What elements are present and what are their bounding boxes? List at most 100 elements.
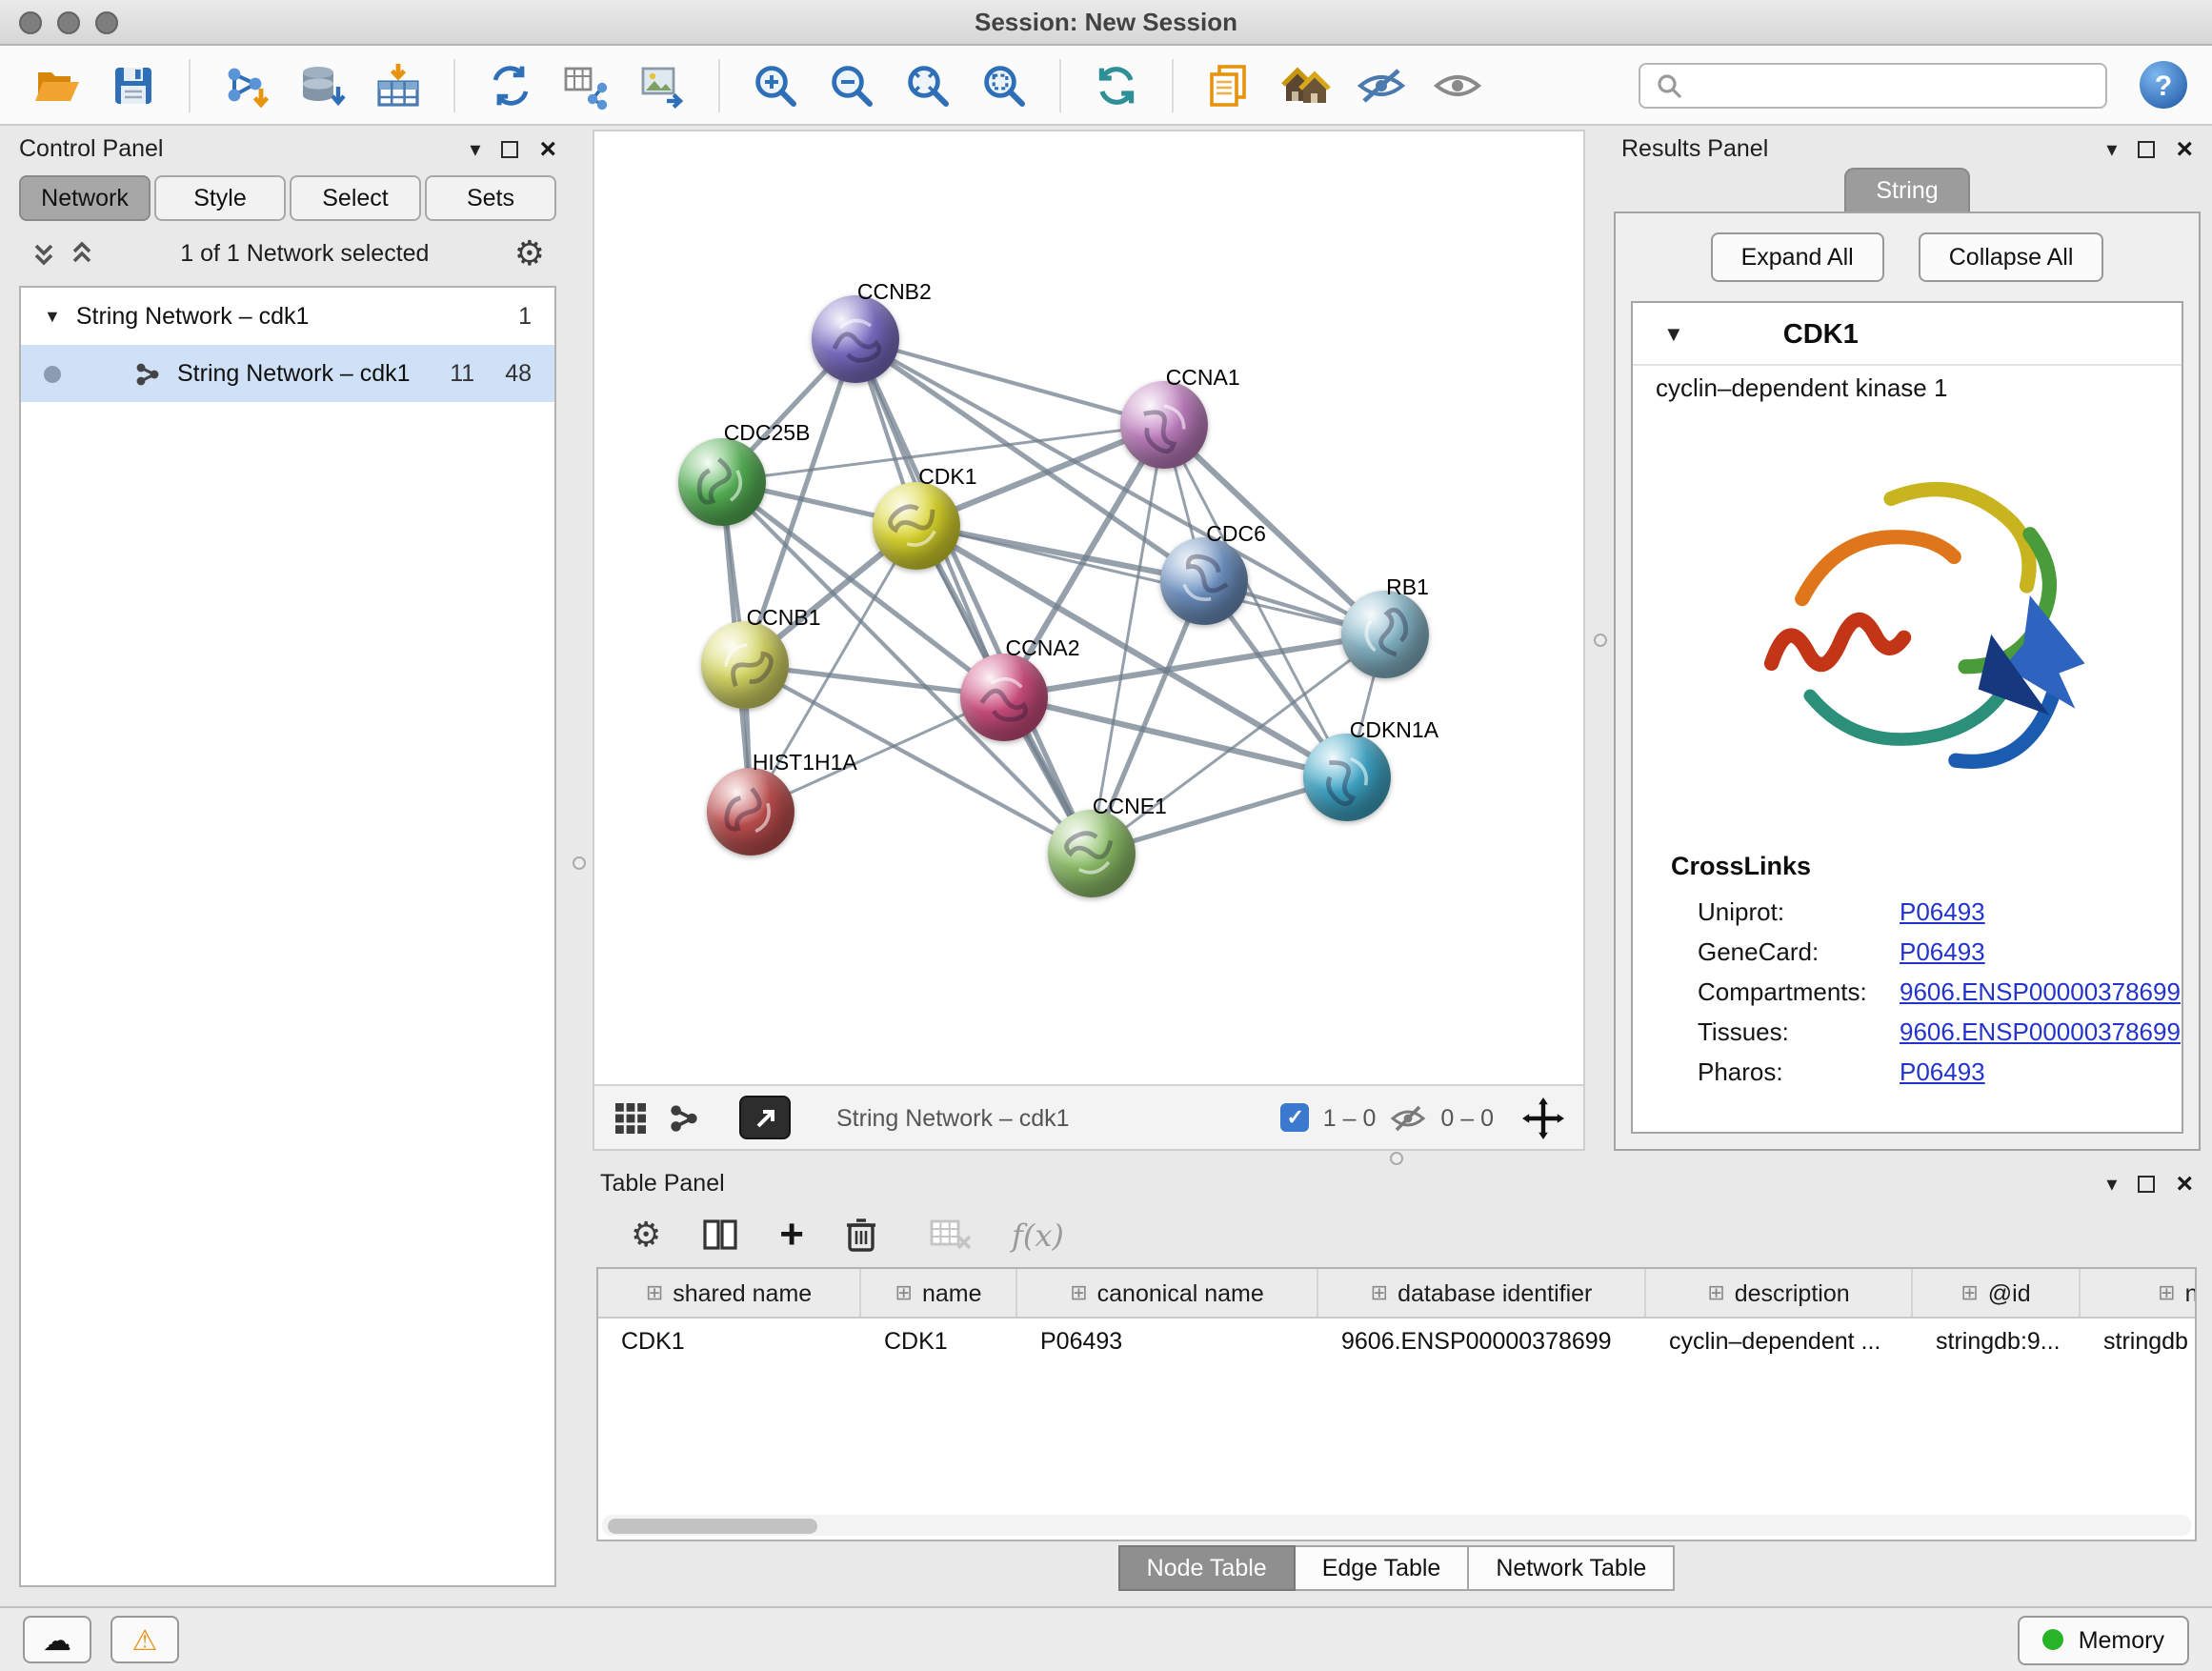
table-options-button[interactable]: ⚙: [631, 1218, 661, 1252]
panel-float-icon[interactable]: [2138, 1175, 2155, 1192]
panel-float-icon[interactable]: [501, 140, 518, 157]
left-splitter[interactable]: [573, 130, 583, 1595]
crosslink-link[interactable]: P06493: [1900, 1057, 1985, 1086]
help-button[interactable]: ?: [2138, 59, 2189, 111]
panel-close-icon[interactable]: ×: [2176, 134, 2193, 163]
network-node-CCNB1[interactable]: CCNB1: [701, 621, 789, 709]
import-network-from-file-button[interactable]: [211, 52, 280, 117]
column-header-name[interactable]: ⊞name: [861, 1269, 1017, 1317]
tab-sets[interactable]: Sets: [425, 175, 556, 221]
column-header-database-identifier[interactable]: ⊞database identifier: [1318, 1269, 1646, 1317]
hide-selected-button[interactable]: [1347, 52, 1416, 117]
close-window-button[interactable]: [19, 10, 42, 33]
network-node-HIST1H1A[interactable]: HIST1H1A: [707, 767, 794, 855]
minimize-window-button[interactable]: [57, 10, 80, 33]
zoom-fit-button[interactable]: [894, 52, 962, 117]
network-node-RB1[interactable]: RB1: [1340, 591, 1428, 678]
panel-menu-icon[interactable]: ▾: [2106, 136, 2117, 161]
horizontal-splitter[interactable]: [593, 1151, 2201, 1164]
crosslink-link[interactable]: 9606.ENSP00000378699: [1900, 1017, 2181, 1046]
collapse-all-icon[interactable]: [30, 240, 57, 267]
network-node-CDC6[interactable]: CDC6: [1160, 537, 1248, 625]
panel-menu-icon[interactable]: ▾: [470, 136, 480, 161]
delete-table-button-disabled[interactable]: [930, 1218, 972, 1252]
open-session-button[interactable]: [23, 52, 91, 117]
import-network-from-database-button[interactable]: [288, 52, 356, 117]
show-columns-button[interactable]: [701, 1216, 739, 1254]
collapse-all-button[interactable]: Collapse All: [1919, 232, 2104, 282]
network-node-CDK1[interactable]: CDK1: [873, 481, 960, 569]
network-node-CCNA1[interactable]: CCNA1: [1120, 381, 1208, 469]
import-table-from-file-button[interactable]: [364, 52, 432, 117]
column-header-id[interactable]: ⊞@id: [1913, 1269, 2081, 1317]
panel-float-icon[interactable]: [2138, 140, 2155, 157]
splitter-handle[interactable]: [1593, 634, 1606, 647]
clone-network-button[interactable]: [476, 52, 545, 117]
fit-selected-button[interactable]: [1522, 1097, 1564, 1138]
tab-network-table[interactable]: Network Table: [1469, 1545, 1675, 1591]
zoom-selected-button[interactable]: [970, 52, 1038, 117]
network-row-selected[interactable]: String Network – cdk1 11 48: [21, 345, 554, 402]
panel-menu-icon[interactable]: ▾: [2106, 1171, 2117, 1196]
table-row[interactable]: CDK1 CDK1 P06493 9606.ENSP00000378699 cy…: [598, 1319, 2197, 1364]
network-node-CCNB2[interactable]: CCNB2: [812, 295, 899, 383]
panel-close-icon[interactable]: ×: [539, 134, 556, 163]
export-image-button[interactable]: [629, 52, 697, 117]
zoom-out-button[interactable]: [817, 52, 886, 117]
create-network-from-table-button[interactable]: [553, 52, 621, 117]
tab-network[interactable]: Network: [19, 175, 151, 221]
network-node-CDC25B[interactable]: CDC25B: [678, 437, 766, 525]
cell-namespace[interactable]: stringdb: [2081, 1319, 2197, 1364]
node-section-header[interactable]: ▼ CDK1: [1633, 303, 2182, 366]
expand-all-button[interactable]: Expand All: [1711, 232, 1884, 282]
splitter-handle[interactable]: [572, 856, 585, 869]
show-all-button[interactable]: [1423, 52, 1492, 117]
section-expanded-icon[interactable]: ▼: [1663, 324, 1684, 347]
warnings-button[interactable]: ⚠: [111, 1616, 179, 1663]
tab-edge-table[interactable]: Edge Table: [1296, 1545, 1470, 1591]
column-header-canonical-name[interactable]: ⊞canonical name: [1017, 1269, 1318, 1317]
home-views-button[interactable]: [1271, 52, 1339, 117]
tab-select[interactable]: Select: [290, 175, 421, 221]
delete-column-button[interactable]: [844, 1216, 878, 1254]
network-node-CCNA2[interactable]: CCNA2: [960, 653, 1048, 740]
cloud-status-button[interactable]: ☁: [23, 1616, 91, 1663]
function-builder-button[interactable]: f(x): [1012, 1217, 1064, 1253]
search-input[interactable]: [1694, 71, 2090, 98]
network-collection-row[interactable]: ▼ String Network – cdk1 1: [21, 288, 554, 345]
crosslink-link[interactable]: P06493: [1900, 937, 1985, 966]
column-header-description[interactable]: ⊞description: [1646, 1269, 1913, 1317]
network-node-CDKN1A[interactable]: CDKN1A: [1304, 734, 1392, 821]
crosslink-link[interactable]: 9606.ENSP00000378699: [1900, 977, 2181, 1006]
tab-string[interactable]: String: [1843, 168, 1970, 211]
scrollbar-thumb[interactable]: [608, 1518, 817, 1533]
crosslink-link[interactable]: P06493: [1900, 897, 1985, 926]
tree-expanded-icon[interactable]: ▼: [44, 307, 61, 326]
copy-document-button[interactable]: [1195, 52, 1263, 117]
cell-shared-name[interactable]: CDK1: [598, 1319, 861, 1364]
panel-close-icon[interactable]: ×: [2176, 1169, 2193, 1198]
tab-style[interactable]: Style: [154, 175, 286, 221]
column-header-namespace[interactable]: ⊞namespace: [2081, 1269, 2197, 1317]
network-node-CCNE1[interactable]: CCNE1: [1047, 810, 1135, 897]
network-canvas[interactable]: CCNB2 CCNA1 CDC25B CDK1 CDC6 RB1 CCNB1 CCNA2 CDK…: [594, 131, 1583, 1084]
splitter-handle[interactable]: [1390, 1151, 1403, 1164]
grid-view-button[interactable]: [613, 1100, 648, 1135]
cell-database-identifier[interactable]: 9606.ENSP00000378699: [1318, 1319, 1646, 1364]
maximize-window-button[interactable]: [95, 10, 118, 33]
network-overview-button[interactable]: [667, 1100, 701, 1135]
right-splitter[interactable]: [1595, 130, 1604, 1151]
cell-name[interactable]: CDK1: [861, 1319, 1017, 1364]
save-session-button[interactable]: [99, 52, 168, 117]
refresh-view-button[interactable]: [1082, 52, 1151, 117]
expand-all-icon[interactable]: [69, 240, 95, 267]
cell-id[interactable]: stringdb:9...: [1913, 1319, 2081, 1364]
zoom-in-button[interactable]: [741, 52, 810, 117]
cell-canonical-name[interactable]: P06493: [1017, 1319, 1318, 1364]
search-field[interactable]: [1639, 62, 2107, 108]
detach-view-button[interactable]: [739, 1096, 791, 1139]
network-options-gear-icon[interactable]: ⚙: [514, 236, 545, 271]
add-column-button[interactable]: +: [779, 1214, 804, 1256]
cell-description[interactable]: cyclin–dependent ...: [1646, 1319, 1913, 1364]
memory-button[interactable]: Memory: [2018, 1615, 2189, 1664]
